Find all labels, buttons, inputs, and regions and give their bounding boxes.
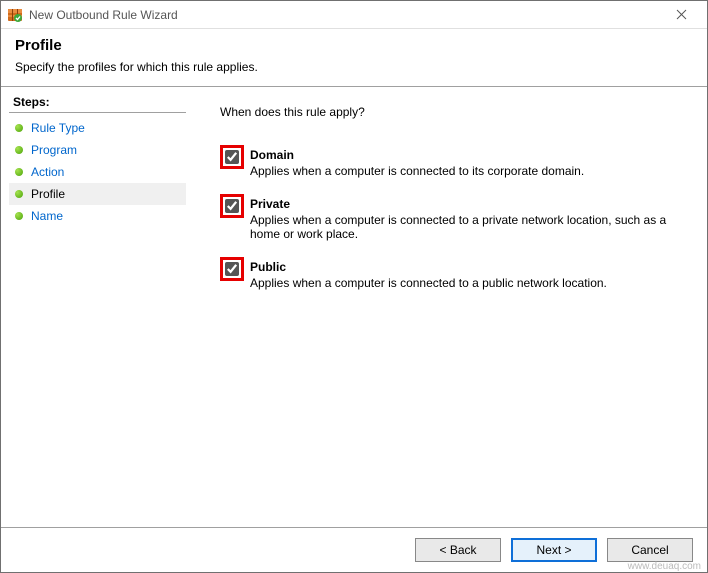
option-text: Domain Applies when a computer is connec…	[250, 145, 584, 178]
private-description: Applies when a computer is connected to …	[250, 213, 670, 241]
domain-description: Applies when a computer is connected to …	[250, 164, 584, 178]
step-label: Profile	[31, 187, 65, 201]
wizard-window: New Outbound Rule Wizard Profile Specify…	[0, 0, 708, 573]
next-button[interactable]: Next >	[511, 538, 597, 562]
close-button[interactable]	[661, 1, 701, 28]
close-icon	[676, 9, 687, 20]
page-subtitle: Specify the profiles for which this rule…	[15, 60, 693, 74]
step-bullet-icon	[15, 146, 23, 154]
option-domain: Domain Applies when a computer is connec…	[220, 145, 687, 178]
firewall-app-icon	[7, 7, 23, 23]
step-rule-type[interactable]: Rule Type	[9, 117, 186, 139]
public-description: Applies when a computer is connected to …	[250, 276, 607, 290]
public-label: Public	[250, 260, 607, 274]
step-label: Rule Type	[31, 121, 85, 135]
private-label: Private	[250, 197, 670, 211]
wizard-body: Steps: Rule Type Program Action Profile …	[1, 87, 707, 527]
wizard-header: Profile Specify the profiles for which t…	[1, 29, 707, 84]
steps-heading: Steps:	[9, 93, 186, 113]
option-public: Public Applies when a computer is connec…	[220, 257, 687, 290]
cancel-button[interactable]: Cancel	[607, 538, 693, 562]
step-bullet-icon	[15, 124, 23, 132]
page-title: Profile	[15, 37, 693, 54]
wizard-footer: < Back Next > Cancel	[1, 527, 707, 572]
highlight-box	[220, 145, 244, 169]
steps-panel: Steps: Rule Type Program Action Profile …	[1, 87, 186, 527]
step-label: Program	[31, 143, 77, 157]
step-name[interactable]: Name	[9, 205, 186, 227]
step-action[interactable]: Action	[9, 161, 186, 183]
back-button[interactable]: < Back	[415, 538, 501, 562]
step-program[interactable]: Program	[9, 139, 186, 161]
step-bullet-icon	[15, 212, 23, 220]
step-label: Action	[31, 165, 64, 179]
content-panel: When does this rule apply? Domain Applie…	[186, 87, 707, 527]
step-label: Name	[31, 209, 63, 223]
step-bullet-icon	[15, 168, 23, 176]
option-text: Private Applies when a computer is conne…	[250, 194, 670, 241]
step-bullet-icon	[15, 190, 23, 198]
option-text: Public Applies when a computer is connec…	[250, 257, 607, 290]
private-checkbox[interactable]	[225, 199, 239, 213]
step-profile[interactable]: Profile	[9, 183, 186, 205]
window-title: New Outbound Rule Wizard	[29, 8, 661, 22]
domain-checkbox[interactable]	[225, 150, 239, 164]
highlight-box	[220, 257, 244, 281]
profile-question: When does this rule apply?	[220, 105, 687, 119]
highlight-box	[220, 194, 244, 218]
title-bar: New Outbound Rule Wizard	[1, 1, 707, 29]
public-checkbox[interactable]	[225, 262, 239, 276]
domain-label: Domain	[250, 148, 584, 162]
option-private: Private Applies when a computer is conne…	[220, 194, 687, 241]
